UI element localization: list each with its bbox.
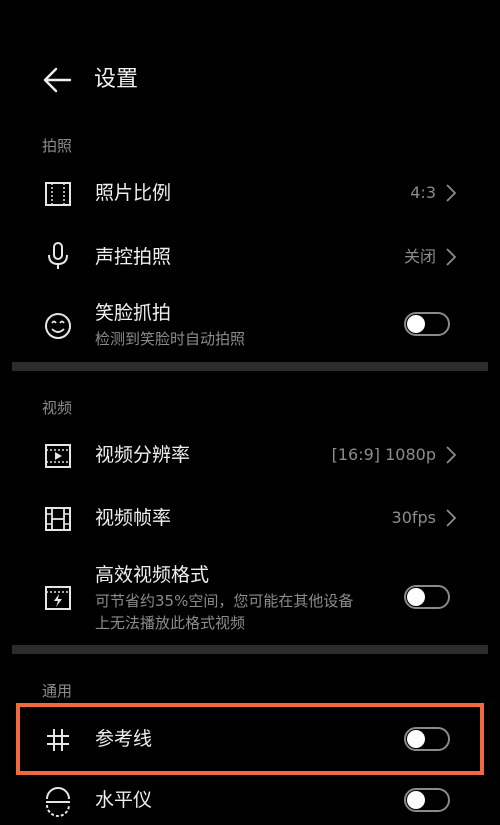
section-label-photo: 拍照 (42, 137, 73, 155)
aspect-ratio-label: 照片比例 (95, 182, 172, 204)
setting-video-resolution[interactable]: 视频分辨率 [16:9] 1080p (0, 430, 500, 482)
chevron-right-icon (446, 509, 457, 527)
toggle-knob (407, 791, 425, 809)
video-frame-rate-label: 视频帧率 (95, 507, 172, 529)
toggle-knob (407, 588, 425, 606)
section-label-video: 视频 (42, 399, 73, 417)
section-divider (12, 645, 488, 654)
level-toggle[interactable] (404, 788, 450, 812)
chevron-right-icon (446, 248, 457, 266)
smile-capture-description: 检测到笑脸时自动拍照 (95, 330, 246, 348)
efficient-format-toggle[interactable] (404, 585, 450, 609)
setting-level[interactable]: 水平仪 (0, 775, 500, 825)
film-icon (45, 507, 71, 531)
video-resolution-icon (45, 444, 71, 468)
chevron-right-icon (446, 184, 457, 202)
setting-voice-capture[interactable]: 声控拍照 关闭 (0, 230, 500, 282)
smile-capture-toggle[interactable] (404, 312, 450, 336)
aspect-ratio-value: 4:3 (410, 183, 436, 202)
video-resolution-value: [16:9] 1080p (331, 445, 436, 464)
aspect-ratio-icon (45, 182, 71, 206)
smile-icon (45, 313, 71, 339)
microphone-icon (48, 242, 68, 269)
header: 设置 (0, 52, 500, 108)
section-divider (12, 362, 488, 371)
highlight-box (16, 703, 484, 775)
arrow-left-icon[interactable] (40, 64, 74, 96)
video-resolution-label: 视频分辨率 (95, 444, 191, 466)
setting-efficient-video-format[interactable]: 高效视频格式 可节省约35%空间，您可能在其他设备 上无法播放此格式视频 (0, 560, 500, 636)
video-format-icon (45, 586, 71, 610)
setting-video-frame-rate[interactable]: 视频帧率 30fps (0, 493, 500, 545)
section-label-general: 通用 (42, 682, 73, 700)
efficient-format-description-line2: 上无法播放此格式视频 (95, 614, 246, 632)
level-icon (46, 787, 70, 817)
toggle-knob (407, 315, 425, 333)
efficient-format-label: 高效视频格式 (95, 564, 210, 586)
voice-capture-value: 关闭 (403, 247, 436, 266)
page-title: 设置 (94, 67, 139, 92)
efficient-format-description-line1: 可节省约35%空间，您可能在其他设备 (95, 592, 354, 610)
setting-aspect-ratio[interactable]: 照片比例 4:3 (0, 168, 500, 220)
video-frame-rate-value: 30fps (391, 508, 436, 527)
chevron-right-icon (446, 446, 457, 464)
level-label: 水平仪 (95, 789, 153, 811)
voice-capture-label: 声控拍照 (95, 246, 172, 268)
smile-capture-label: 笑脸抓拍 (95, 302, 172, 324)
setting-smile-capture[interactable]: 笑脸抓拍 检测到笑脸时自动拍照 (0, 298, 500, 356)
